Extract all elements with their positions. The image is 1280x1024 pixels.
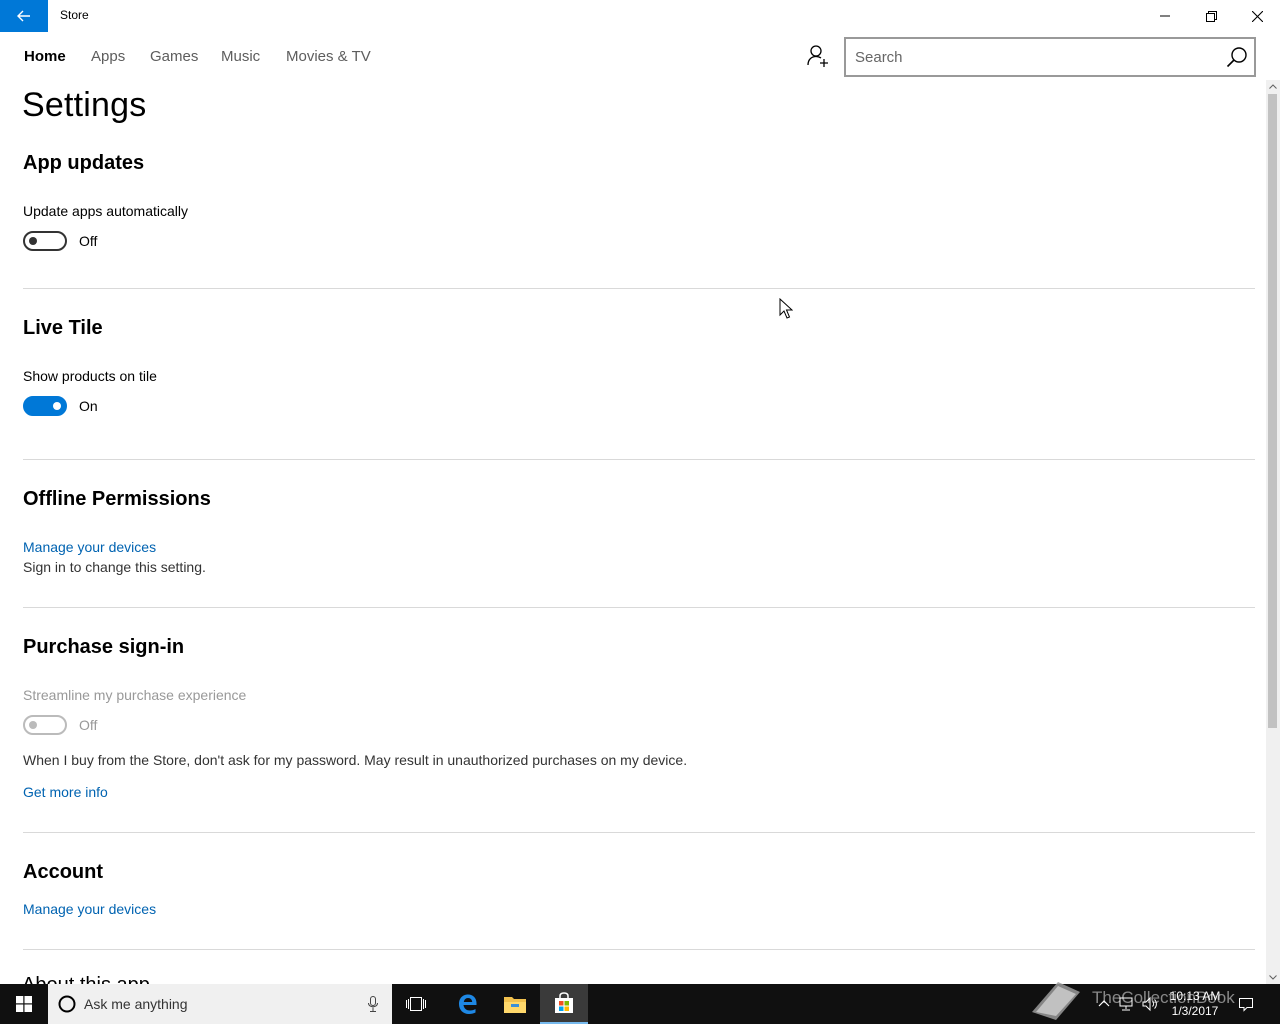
- section-title-live-tile: Live Tile: [23, 317, 103, 339]
- minimize-button[interactable]: [1142, 0, 1188, 32]
- file-explorer-button[interactable]: [491, 984, 539, 1024]
- account-manage-devices-link[interactable]: Manage your devices: [23, 901, 156, 917]
- section-divider: [23, 459, 1255, 460]
- task-view-button[interactable]: [392, 984, 440, 1024]
- section-title-account: Account: [23, 861, 103, 883]
- section-title-app-updates: App updates: [23, 152, 145, 174]
- start-button[interactable]: [0, 984, 48, 1024]
- volume-icon[interactable]: [1142, 996, 1158, 1012]
- nav-music[interactable]: Music: [221, 48, 260, 65]
- minimize-icon: [1160, 15, 1170, 17]
- microphone-icon[interactable]: [368, 996, 378, 1012]
- offline-permissions-note: Sign in to change this setting.: [23, 559, 206, 575]
- back-button[interactable]: [0, 0, 48, 32]
- nav-home[interactable]: Home: [24, 48, 66, 65]
- section-title-offline-permissions: Offline Permissions: [23, 488, 211, 510]
- cortana-search-input[interactable]: [84, 984, 354, 1024]
- purchase-signin-description: When I buy from the Store, don't ask for…: [23, 752, 688, 768]
- clock-time: 10:13 AM: [1169, 989, 1221, 1003]
- streamline-purchase-toggle-state: Off: [79, 717, 98, 733]
- edge-button[interactable]: [443, 984, 491, 1024]
- window-title: Store: [60, 8, 89, 22]
- section-title-about-partial: About this app: [22, 972, 150, 984]
- search-input[interactable]: [846, 39, 1225, 75]
- setting-label-show-products: Show products on tile: [23, 368, 157, 384]
- restore-button[interactable]: [1188, 0, 1234, 32]
- store-icon: [555, 992, 573, 1013]
- show-products-toggle[interactable]: [23, 396, 67, 416]
- network-icon[interactable]: [1118, 996, 1134, 1012]
- file-explorer-icon: [504, 997, 526, 1013]
- clock-date: 1/3/2017: [1171, 1004, 1219, 1018]
- section-divider: [23, 607, 1255, 608]
- edge-icon: [459, 994, 477, 1014]
- cortana-search-box: [48, 984, 392, 1024]
- chevron-up-icon[interactable]: [1096, 996, 1112, 1012]
- close-icon: [1251, 10, 1263, 22]
- section-title-purchase-signin: Purchase sign-in: [23, 636, 185, 658]
- taskbar-clock[interactable]: 10:13 AM 1/3/2017: [1168, 989, 1222, 1019]
- section-divider: [23, 949, 1255, 950]
- mouse-cursor-icon: [779, 298, 793, 319]
- toggle-knob: [53, 402, 61, 410]
- cortana-icon: [58, 995, 76, 1013]
- update-apps-toggle-state: Off: [79, 233, 98, 249]
- search-box: [844, 37, 1256, 77]
- sign-in-button[interactable]: [806, 44, 834, 70]
- nav-apps[interactable]: Apps: [91, 48, 125, 65]
- show-products-toggle-state: On: [79, 398, 98, 414]
- scroll-down-icon[interactable]: [1266, 970, 1280, 984]
- action-center-icon[interactable]: [1238, 996, 1254, 1012]
- store-taskbar-button[interactable]: [540, 984, 588, 1024]
- search-icon[interactable]: [1226, 46, 1248, 68]
- page-title: Settings: [22, 86, 147, 124]
- nav-games[interactable]: Games: [150, 48, 198, 65]
- section-divider: [23, 288, 1255, 289]
- task-view-icon: [406, 997, 426, 1011]
- add-user-icon: [807, 45, 828, 67]
- toggle-knob: [29, 721, 37, 729]
- book-watermark-icon: [1032, 982, 1080, 1020]
- restore-icon: [1205, 10, 1217, 22]
- setting-label-update-apps: Update apps automatically: [23, 203, 188, 219]
- nav-movies-tv[interactable]: Movies & TV: [286, 48, 371, 65]
- get-more-info-link[interactable]: Get more info: [23, 784, 108, 800]
- scroll-up-icon[interactable]: [1266, 80, 1280, 94]
- manage-devices-link[interactable]: Manage your devices: [23, 539, 156, 555]
- vertical-scrollbar[interactable]: [1266, 80, 1280, 984]
- windows-logo-icon: [16, 996, 32, 1012]
- setting-label-streamline-purchase: Streamline my purchase experience: [23, 687, 247, 703]
- update-apps-toggle[interactable]: [23, 231, 67, 251]
- toggle-knob: [29, 237, 37, 245]
- section-divider: [23, 832, 1255, 833]
- scrollbar-thumb[interactable]: [1268, 94, 1277, 728]
- close-button[interactable]: [1234, 0, 1280, 32]
- title-bar: Store: [0, 0, 1280, 32]
- streamline-purchase-toggle[interactable]: [23, 715, 67, 735]
- back-arrow-icon: [17, 10, 30, 22]
- taskbar: TheCollectionBook 10:13 AM 1/3/2017: [0, 982, 1280, 1024]
